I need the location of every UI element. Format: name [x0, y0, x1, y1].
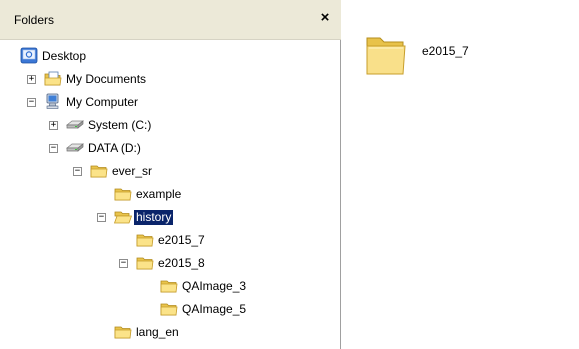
tree-item-label: ever_sr: [112, 164, 153, 178]
tree-item[interactable]: e2015_7: [0, 230, 341, 250]
tree-item[interactable]: − e2015_8: [0, 253, 341, 273]
tree-item[interactable]: lang_en: [0, 322, 341, 342]
folder-icon: [136, 254, 154, 271]
folder-icon: [136, 231, 154, 248]
tree-item-label: QAImage_3: [182, 279, 247, 293]
tree-item-label: lang_en: [136, 325, 179, 339]
folder-tree: Desktop + My Documents − My Computer + System …: [0, 40, 341, 349]
tree-item[interactable]: + System (C:): [0, 115, 341, 135]
folder-icon: [160, 277, 178, 294]
folders-pane-title: Folders: [14, 13, 55, 27]
tree-item-label: System (C:): [88, 118, 152, 132]
tree-item[interactable]: − DATA (D:): [0, 138, 341, 158]
close-folders-pane-button[interactable]: ×: [317, 10, 333, 26]
folders-pane: Folders × Desktop + My Documents − My Comput…: [0, 0, 341, 349]
tree-item-label: e2015_7: [158, 233, 205, 247]
folder-open-icon: [113, 208, 133, 225]
desktop-icon: [20, 47, 38, 64]
tree-item-label: QAImage_5: [182, 302, 247, 316]
folder-icon: [114, 185, 132, 202]
drive-icon: [66, 139, 84, 156]
tree-item[interactable]: + My Documents: [0, 69, 341, 89]
folder-icon: [160, 300, 178, 317]
documents-folder-icon: [44, 70, 62, 87]
folder-icon: [366, 37, 406, 75]
folder-icon: [114, 323, 132, 340]
expand-icon[interactable]: +: [49, 121, 58, 130]
collapse-icon[interactable]: −: [97, 213, 106, 222]
drive-icon: [66, 116, 84, 133]
tree-item-label: My Computer: [66, 95, 139, 109]
collapse-icon[interactable]: −: [119, 259, 128, 268]
tree-item[interactable]: example: [0, 184, 341, 204]
collapse-icon[interactable]: −: [27, 98, 36, 107]
tree-item-label: example: [136, 187, 182, 201]
content-pane: e2015_7: [346, 0, 579, 349]
tree-item[interactable]: − history: [0, 207, 341, 227]
computer-icon: [44, 93, 62, 110]
tree-item-label: Desktop: [42, 49, 87, 63]
folders-pane-header: Folders ×: [0, 0, 341, 40]
tree-item[interactable]: − My Computer: [0, 92, 341, 112]
tree-item[interactable]: − ever_sr: [0, 161, 341, 181]
tree-item-label: e2015_8: [158, 256, 205, 270]
content-item-label: e2015_7: [422, 44, 469, 58]
folder-icon: [90, 162, 108, 179]
tree-item[interactable]: QAImage_5: [0, 299, 341, 319]
collapse-icon[interactable]: −: [73, 167, 82, 176]
collapse-icon[interactable]: −: [49, 144, 58, 153]
tree-item-label: history: [134, 210, 174, 225]
tree-item[interactable]: QAImage_3: [0, 276, 341, 296]
tree-item-label: DATA (D:): [88, 141, 141, 155]
expand-icon[interactable]: +: [27, 75, 36, 84]
tree-item[interactable]: Desktop: [0, 46, 341, 66]
tree-item-label: My Documents: [66, 72, 147, 86]
